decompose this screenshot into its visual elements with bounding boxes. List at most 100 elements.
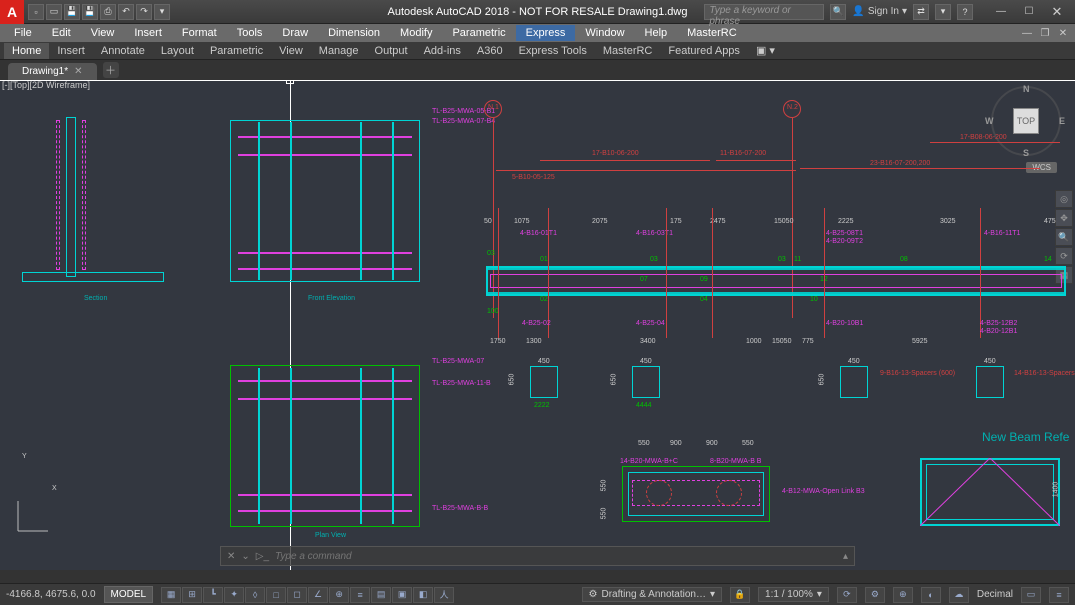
status-iso-icon[interactable]: ☁: [949, 587, 969, 603]
qat-save-icon[interactable]: 💾: [64, 4, 80, 20]
rv3: [666, 208, 667, 338]
command-line[interactable]: ✕ ⌄ ▷_ ▴: [220, 546, 855, 566]
status-hw-icon[interactable]: ◐: [921, 587, 941, 603]
qat-open-icon[interactable]: ▭: [46, 4, 62, 20]
status-3dosnap-icon[interactable]: ◻: [287, 587, 307, 603]
ribbon-tab-a360[interactable]: A360: [469, 43, 511, 59]
qat-redo-icon[interactable]: ↷: [136, 4, 152, 20]
viewcube-e[interactable]: E: [1059, 116, 1065, 126]
status-clean-icon[interactable]: ▭: [1021, 587, 1041, 603]
qat-new-icon[interactable]: ▫: [28, 4, 44, 20]
qat-saveas-icon[interactable]: 💾: [82, 4, 98, 20]
doc-tab-drawing1[interactable]: Drawing1*✕: [8, 63, 97, 80]
units-label[interactable]: Decimal: [977, 589, 1013, 600]
close-button[interactable]: ✕: [1043, 2, 1071, 22]
qat-undo-icon[interactable]: ↶: [118, 4, 134, 20]
viewport-label[interactable]: [-][Top][2D Wireframe]: [2, 80, 90, 90]
app-logo-icon[interactable]: A: [0, 0, 24, 24]
status-qp-icon[interactable]: ▣: [392, 587, 412, 603]
menu-draw[interactable]: Draw: [272, 25, 318, 41]
exchange-icon[interactable]: ⇄: [913, 4, 929, 20]
s-03: 03: [487, 250, 495, 257]
status-dyn-icon[interactable]: ⊕: [329, 587, 349, 603]
menu-masterrc[interactable]: MasterRC: [677, 25, 747, 41]
ribbon-tab-layout[interactable]: Layout: [153, 43, 202, 59]
viewcube-s[interactable]: S: [1023, 148, 1029, 158]
status-ortho-icon[interactable]: ┗: [203, 587, 223, 603]
status-polar-icon[interactable]: ✦: [224, 587, 244, 603]
status-isodraft-icon[interactable]: ◊: [245, 587, 265, 603]
dim-15050: 15050: [774, 218, 793, 225]
menu-window[interactable]: Window: [575, 25, 634, 41]
menu-view[interactable]: View: [81, 25, 125, 41]
status-lwt-icon[interactable]: ≡: [350, 587, 370, 603]
ribbon-tab-view[interactable]: View: [271, 43, 311, 59]
doc-restore-button[interactable]: ❐: [1037, 26, 1053, 40]
menu-format[interactable]: Format: [172, 25, 227, 41]
viewcube-w[interactable]: W: [985, 116, 994, 126]
nav-wheel-icon[interactable]: ◎: [1055, 190, 1073, 208]
ribbon-tab-home[interactable]: Home: [4, 43, 49, 59]
cmd-expand-icon[interactable]: ▴: [843, 551, 848, 562]
status-monitor-icon[interactable]: ⊕: [893, 587, 913, 603]
qat-plot-icon[interactable]: ⎙: [100, 4, 116, 20]
ribbon-tab-expresstools[interactable]: Express Tools: [511, 43, 595, 59]
menu-edit[interactable]: Edit: [42, 25, 81, 41]
status-snap-icon[interactable]: ⊞: [182, 587, 202, 603]
nav-pan-icon[interactable]: ✥: [1055, 209, 1073, 227]
nav-zoom-icon[interactable]: 🔍: [1055, 228, 1073, 246]
menu-tools[interactable]: Tools: [227, 25, 273, 41]
coordinates[interactable]: -4166.8, 4675.6, 0.0: [6, 589, 96, 600]
cmd-recent-icon[interactable]: ⌄: [241, 551, 249, 562]
menu-dimension[interactable]: Dimension: [318, 25, 390, 41]
stayconnected-icon[interactable]: ▾: [935, 4, 951, 20]
status-ann-icon[interactable]: 人: [434, 587, 454, 603]
qat-dropdown-icon[interactable]: ▾: [154, 4, 170, 20]
menu-help[interactable]: Help: [635, 25, 678, 41]
model-button[interactable]: MODEL: [104, 586, 154, 603]
status-lock-icon[interactable]: 🔒: [730, 587, 750, 603]
status-ws-icon[interactable]: ⚙: [865, 587, 885, 603]
nav-orbit-icon[interactable]: ⟳: [1055, 247, 1073, 265]
command-input[interactable]: [275, 551, 837, 562]
fe-m3: [238, 252, 412, 254]
help-search-input[interactable]: Type a keyword or phrase: [704, 4, 824, 20]
doc-minimize-button[interactable]: —: [1019, 26, 1035, 40]
new-tab-button[interactable]: ＋: [103, 62, 119, 78]
ribbon-tab-focus-icon[interactable]: ▣ ▾: [748, 42, 783, 59]
ribbon-tab-insert[interactable]: Insert: [49, 43, 93, 59]
cmd-close-icon[interactable]: ✕: [227, 551, 235, 562]
signin-button[interactable]: 👤Sign In▾: [852, 6, 907, 17]
status-otrack-icon[interactable]: ∠: [308, 587, 328, 603]
viewcube[interactable]: TOP N E S W: [991, 86, 1061, 156]
menu-parametric[interactable]: Parametric: [442, 25, 515, 41]
status-osnap-icon[interactable]: □: [266, 587, 286, 603]
menu-insert[interactable]: Insert: [124, 25, 172, 41]
status-sc-icon[interactable]: ◧: [413, 587, 433, 603]
help-icon[interactable]: ?: [957, 4, 973, 20]
maximize-button[interactable]: ☐: [1015, 2, 1043, 22]
status-grid-icon[interactable]: ▦: [161, 587, 181, 603]
status-annoscale-icon[interactable]: ⟳: [837, 587, 857, 603]
ribbon-tab-annotate[interactable]: Annotate: [93, 43, 153, 59]
menu-modify[interactable]: Modify: [390, 25, 442, 41]
ribbon-tab-addins[interactable]: Add-ins: [416, 43, 469, 59]
ribbon-tab-featured[interactable]: Featured Apps: [660, 43, 748, 59]
viewcube-n[interactable]: N: [1023, 84, 1030, 94]
ribbon-tab-masterrc[interactable]: MasterRC: [595, 43, 661, 59]
ribbon-tab-manage[interactable]: Manage: [311, 43, 367, 59]
scale-combo[interactable]: 1:1 / 100%▾: [758, 587, 829, 602]
viewcube-top[interactable]: TOP: [1013, 108, 1039, 134]
tab-close-icon[interactable]: ✕: [74, 66, 82, 77]
ribbon-tab-output[interactable]: Output: [367, 43, 416, 59]
status-tpy-icon[interactable]: ▤: [371, 587, 391, 603]
ribbon-tab-parametric[interactable]: Parametric: [202, 43, 271, 59]
workspace-combo[interactable]: ⚙Drafting & Annotation…▾: [582, 587, 723, 602]
status-custom-icon[interactable]: ≡: [1049, 587, 1069, 603]
minimize-button[interactable]: —: [987, 2, 1015, 22]
doc-close-button[interactable]: ✕: [1055, 26, 1071, 40]
menu-express[interactable]: Express: [516, 25, 576, 41]
search-icon[interactable]: 🔍: [830, 4, 846, 20]
drawing-canvas[interactable]: [-][Top][2D Wireframe] TOP N E S W WCS ◎…: [0, 80, 1075, 570]
menu-file[interactable]: File: [4, 25, 42, 41]
